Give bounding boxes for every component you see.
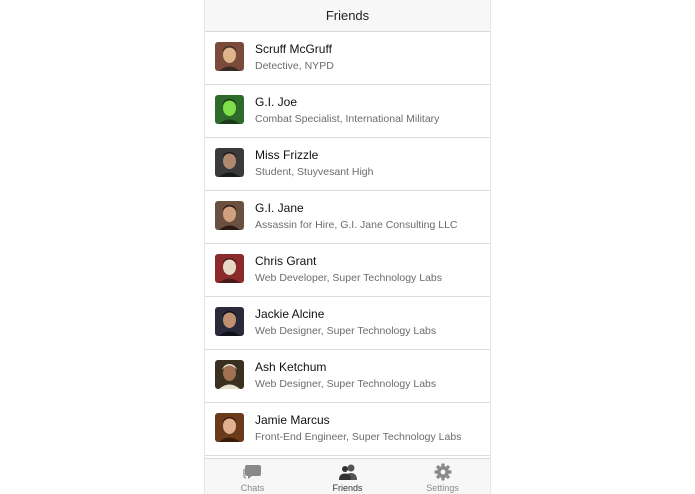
friend-subtitle: Assassin for Hire, G.I. Jane Consulting … — [255, 219, 458, 231]
friends-list[interactable]: Scruff McGruff Detective, NYPD G.I. Joe Com… — [205, 32, 490, 456]
friend-name: Miss Frizzle — [255, 148, 319, 162]
navigation-bar: Friends — [205, 0, 490, 32]
friend-subtitle: Web Developer, Super Technology Labs — [255, 272, 442, 284]
list-item[interactable]: Scruff McGruff Detective, NYPD — [205, 32, 490, 85]
friend-name: Jackie Alcine — [255, 307, 325, 321]
page-title: Friends — [325, 8, 370, 23]
friend-subtitle: Web Designer, Super Technology Labs — [255, 325, 437, 337]
phone-screen: Friends Scruff McGruff Detective, NYPD G.I… — [204, 0, 491, 494]
gear-icon — [434, 463, 451, 481]
list-item[interactable]: Miss Frizzle Student, Stuyvesant High — [205, 138, 490, 191]
list-item[interactable]: Jackie Alcine Web Designer, Super Technol… — [205, 297, 490, 350]
friend-name: Chris Grant — [255, 254, 317, 268]
avatar — [215, 307, 244, 336]
avatar — [215, 95, 244, 124]
avatar — [215, 360, 244, 389]
avatar — [215, 42, 244, 71]
tab-settings[interactable]: Settings — [395, 459, 490, 494]
avatar — [215, 201, 244, 230]
avatar — [215, 254, 244, 283]
people-icon — [338, 464, 357, 480]
avatar — [215, 148, 244, 177]
list-item[interactable]: G.I. Jane Assassin for Hire, G.I. Jane Co… — [205, 191, 490, 244]
list-item[interactable]: Jamie Marcus Front-End Engineer, Super Te… — [205, 403, 490, 456]
tab-label: Settings — [426, 483, 459, 493]
list-item[interactable]: Chris Grant Web Developer, Super Technolo… — [205, 244, 490, 297]
tab-label: Friends — [332, 483, 363, 493]
friend-name: G.I. Joe — [255, 95, 298, 109]
tab-label: Chats — [240, 483, 265, 493]
tab-friends[interactable]: Friends — [300, 459, 395, 494]
friend-subtitle: Student, Stuyvesant High — [255, 166, 374, 178]
friend-subtitle: Detective, NYPD — [255, 60, 334, 72]
friend-subtitle: Front-End Engineer, Super Technology Lab… — [255, 431, 462, 443]
friend-name: Scruff McGruff — [255, 42, 332, 56]
tab-bar: Chats Friends Settings — [205, 458, 490, 494]
friend-name: Jamie Marcus — [255, 413, 330, 427]
friend-subtitle: Combat Specialist, International Militar… — [255, 113, 440, 125]
chat-bubbles-icon — [242, 465, 261, 479]
tab-chats[interactable]: Chats — [205, 459, 300, 494]
list-item[interactable]: Ash Ketchum Web Designer, Super Technolog… — [205, 350, 490, 403]
friend-name: Ash Ketchum — [255, 360, 327, 374]
friend-subtitle: Web Designer, Super Technology Labs — [255, 378, 437, 390]
avatar — [215, 413, 244, 442]
list-item[interactable]: G.I. Joe Combat Specialist, International… — [205, 85, 490, 138]
friend-name: G.I. Jane — [255, 201, 304, 215]
